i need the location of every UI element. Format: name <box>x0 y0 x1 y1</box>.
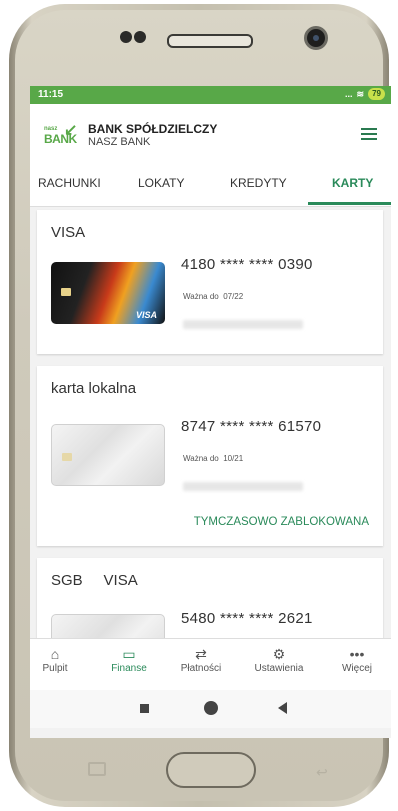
nav-item-platnosci[interactable]: ⇄ Płatności <box>166 645 236 674</box>
recents-icon[interactable] <box>140 704 149 713</box>
hardware-home-button[interactable] <box>166 752 256 788</box>
card-number: 4180 **** **** 0390 <box>181 256 313 273</box>
status-bar: 11:15 ... ≋ 79 <box>30 86 391 104</box>
card-title-right: VISA <box>103 572 138 589</box>
tab-bar: RACHUNKI LOKATY KREDYTY KARTY <box>30 162 391 207</box>
status-icons: ... ≋ 79 <box>345 88 385 100</box>
tab-rachunki[interactable]: RACHUNKI <box>38 176 101 190</box>
card-title: karta lokalna <box>51 380 137 397</box>
sensor-dot <box>120 31 132 43</box>
app-header: ↙ nasz BANK BANK SPÓŁDZIELCZY NASZ BANK <box>30 104 391 162</box>
card-image <box>51 424 165 486</box>
transfer-icon: ⇄ <box>195 646 207 662</box>
nav-item-wiecej[interactable]: ••• Więcej <box>322 645 391 674</box>
sensor-dot <box>134 31 146 43</box>
nav-label: Płatności <box>180 663 222 674</box>
home-icon: ⌂ <box>50 646 60 662</box>
more-icon: ••• <box>349 646 365 662</box>
bank-name: BANK SPÓŁDZIELCZY <box>88 122 218 136</box>
tab-lokaty[interactable]: LOKATY <box>138 176 184 190</box>
system-navigation-bar <box>30 690 391 728</box>
active-tab-indicator <box>308 202 391 205</box>
card-tile[interactable]: VISA VISA 4180 **** **** 0390 Ważna do 0… <box>37 210 383 354</box>
back-icon[interactable] <box>278 702 287 714</box>
app-screen: 11:15 ... ≋ 79 ↙ nasz BANK BANK SPÓŁDZIE… <box>30 86 391 738</box>
expiry-value: 10/21 <box>223 454 244 463</box>
card-expiry: Ważna do 10/21 <box>183 454 243 463</box>
card-tile[interactable]: karta lokalna 8747 **** **** 61570 Ważna… <box>37 366 383 546</box>
nav-label: Ustawienia <box>254 663 304 674</box>
chip-icon <box>62 453 72 461</box>
front-camera <box>304 26 328 50</box>
card-title: SGB VISA <box>51 572 138 589</box>
logo-big-text: BANK <box>44 132 77 146</box>
battery-icon: 79 <box>368 88 385 100</box>
card-number: 8747 **** **** 61570 <box>181 418 322 435</box>
hamburger-menu-icon[interactable] <box>361 128 377 142</box>
expiry-label: Ważna do <box>183 292 219 301</box>
card-expiry: Ważna do 07/22 <box>183 292 243 301</box>
hardware-back-icon[interactable]: ↩ <box>316 764 328 781</box>
nav-item-ustawienia[interactable]: ⚙ Ustawienia <box>244 645 314 674</box>
card-holder-blurred <box>183 482 303 491</box>
expiry-label: Ważna do <box>183 454 219 463</box>
tab-karty[interactable]: KARTY <box>332 176 373 190</box>
nav-item-pulpit[interactable]: ⌂ Pulpit <box>30 645 90 674</box>
card-image: VISA <box>51 262 165 324</box>
card-brand-logo: VISA <box>135 310 157 320</box>
signal-icon: ... <box>345 89 353 99</box>
wallet-icon: ▭ <box>122 646 136 662</box>
tab-kredyty[interactable]: KREDYTY <box>230 176 287 190</box>
chip-icon <box>61 288 71 296</box>
bank-subname: NASZ BANK <box>88 136 151 148</box>
expiry-value: 07/22 <box>223 292 244 301</box>
earpiece-speaker <box>167 34 253 48</box>
hardware-recents-icon[interactable] <box>88 762 106 776</box>
card-status-blocked: TYMCZASOWO ZABLOKOWANA <box>193 516 369 528</box>
card-title-left: SGB <box>51 572 83 589</box>
card-holder-blurred <box>183 320 303 329</box>
gear-icon: ⚙ <box>272 646 286 662</box>
nav-label: Pulpit <box>42 663 68 674</box>
bank-logo: ↙ nasz BANK <box>44 120 80 148</box>
wifi-icon: ≋ <box>356 88 365 99</box>
home-button-icon[interactable] <box>204 701 218 715</box>
nav-label: Finanse <box>111 663 147 674</box>
status-time: 11:15 <box>38 89 64 100</box>
nav-label: Więcej <box>341 663 372 674</box>
card-number: 5480 **** **** 2621 <box>181 610 313 627</box>
card-title: VISA <box>51 224 86 241</box>
bottom-navigation: ⌂ Pulpit ▭ Finanse ⇄ Płatności ⚙ Ustawie… <box>30 638 391 691</box>
nav-item-finanse[interactable]: ▭ Finanse <box>94 645 164 674</box>
